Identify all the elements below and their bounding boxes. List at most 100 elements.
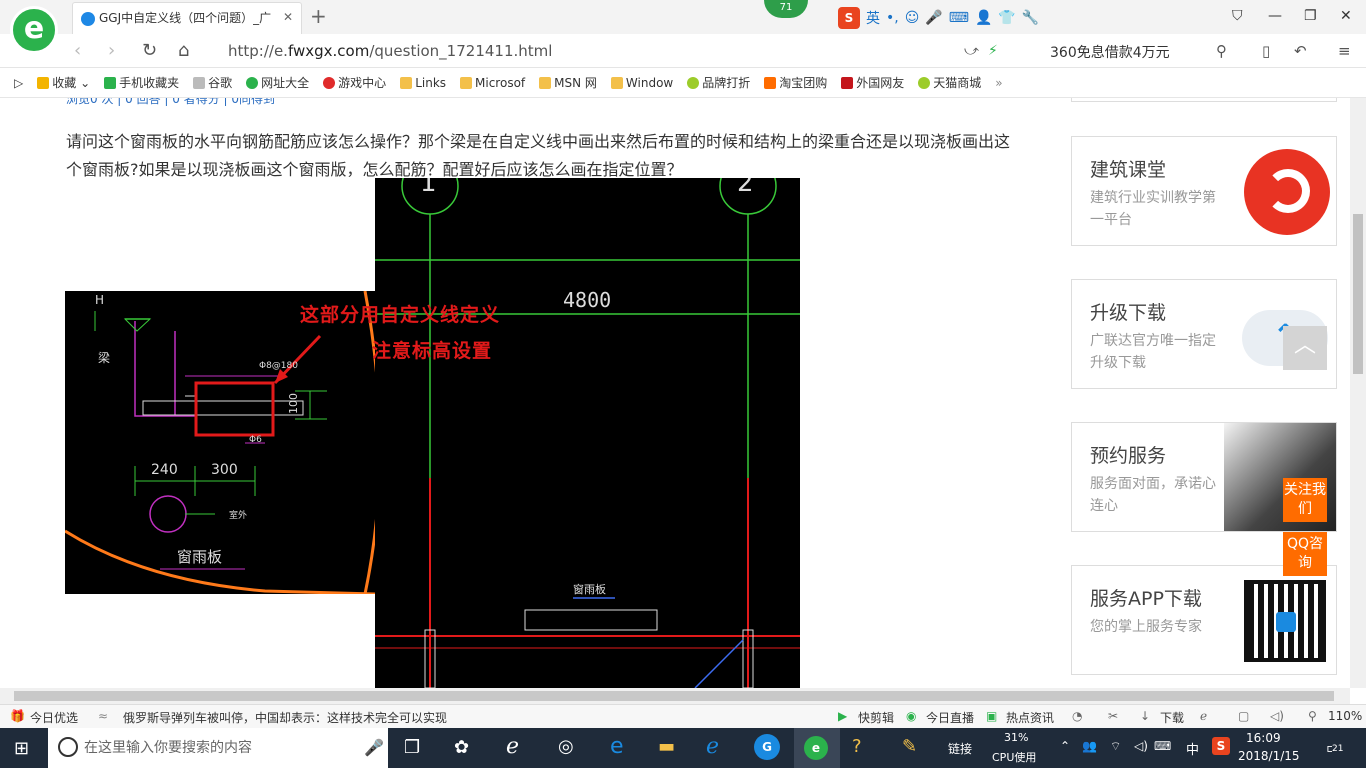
wifi-icon[interactable]: ⌔ — [1110, 739, 1121, 754]
keyboard-icon[interactable]: ⌨ — [1154, 739, 1171, 753]
bookmark-item[interactable]: 网址大全 — [246, 74, 309, 91]
label-100: 100 — [287, 393, 300, 414]
sogou-ime-icon[interactable]: S — [838, 7, 860, 29]
cad-plan-image: 1 2 4800 窗雨板 — [375, 178, 800, 688]
back-to-top-icon[interactable]: ︿ — [1283, 326, 1327, 370]
horizontal-scrollbar[interactable] — [0, 688, 1350, 704]
bookmark-item[interactable]: 淘宝团购 — [764, 74, 827, 91]
follow-us-button[interactable]: 关注我们 — [1283, 478, 1327, 522]
bookmark-label: 谷歌 — [208, 76, 233, 90]
vertical-scrollbar[interactable] — [1350, 98, 1366, 688]
quick-cut-link[interactable]: 快剪辑 — [858, 709, 894, 726]
bookmark-item[interactable]: Microsof — [460, 76, 525, 90]
download-link[interactable]: 下载 — [1160, 709, 1184, 726]
qq-consult-button[interactable]: QQ咨询 — [1283, 532, 1327, 576]
app-icon-pinwheel[interactable]: ✿ — [454, 737, 469, 758]
browser-tab[interactable]: GGJ中自定义线（四个问题）_广 ✕ — [72, 2, 302, 34]
windows-start-icon[interactable]: ⊞ — [14, 738, 29, 759]
shirt-menu-icon[interactable]: ⛉ — [1232, 8, 1243, 24]
more-bookmarks-icon[interactable]: » — [995, 76, 1002, 90]
emoji-icon[interactable]: ☺ — [905, 10, 920, 26]
bookmark-item[interactable]: 谷歌 — [193, 74, 232, 91]
today-picks[interactable]: 今日优选 — [30, 709, 78, 726]
bookmark-item[interactable]: 品牌打折 — [687, 74, 750, 91]
app-icon-help[interactable]: ? — [852, 736, 862, 757]
speaker-icon[interactable]: ◁) — [1270, 709, 1284, 723]
speed-icon[interactable]: ◔ — [1072, 709, 1082, 723]
home-icon[interactable]: ⌂ — [178, 40, 189, 61]
user-icon[interactable]: 👤 — [975, 10, 992, 26]
task-view-icon[interactable]: ❐ — [404, 737, 420, 758]
lightning-icon[interactable]: ⚡ — [988, 43, 998, 59]
label-phi6: Φ6 — [249, 435, 262, 445]
hot-news-link[interactable]: 热点资讯 — [1006, 709, 1054, 726]
card-subtitle: 建筑行业实训教学第一平台 — [1090, 190, 1216, 228]
clock-time[interactable]: 16:09 — [1246, 731, 1281, 745]
close-window-icon[interactable]: ✕ — [1340, 8, 1352, 24]
bookmark-item[interactable]: Window — [610, 76, 673, 90]
undo-icon[interactable]: ↶ — [1294, 42, 1307, 60]
browser-logo-icon[interactable]: e — [10, 6, 58, 54]
app-active-highlight[interactable]: e — [794, 728, 840, 768]
scroll-thumb[interactable] — [1353, 214, 1363, 374]
notification-badge[interactable]: 71 — [764, 0, 808, 18]
clock-date[interactable]: 2018/1/15 — [1238, 749, 1300, 763]
site-favicon-icon — [81, 11, 95, 26]
label-h: H — [95, 293, 105, 307]
app-icon-edge[interactable]: e — [610, 734, 624, 759]
microphone-icon[interactable]: 🎤 — [364, 738, 384, 757]
link-label[interactable]: 链接 — [948, 740, 972, 757]
bookmark-item[interactable]: 收藏 ⌄ — [37, 74, 90, 91]
search-icon[interactable]: ⚲ — [1216, 42, 1227, 60]
bookmark-item[interactable]: Links — [400, 76, 446, 90]
bookmark-item[interactable]: 游戏中心 — [323, 74, 386, 91]
skin-icon[interactable]: 👕 — [998, 10, 1015, 26]
search-input[interactable]: 360免息借款4万元 — [1050, 42, 1170, 62]
bookmark-item[interactable]: 外国网友 — [841, 74, 904, 91]
volume-icon[interactable]: ◁) — [1134, 739, 1148, 753]
keyboard-icon[interactable]: ⌨ — [949, 10, 969, 26]
bookmark-item[interactable]: 天猫商城 — [918, 74, 981, 91]
zoom-level[interactable]: 110% — [1328, 709, 1362, 723]
taskbar-search-input[interactable]: 在这里输入你要搜索的内容 — [48, 728, 388, 768]
card-architecture-class[interactable]: 建筑课堂 建筑行业实训教学第一平台 — [1071, 136, 1337, 246]
restore-icon[interactable]: ❐ — [1304, 8, 1317, 24]
minimize-icon[interactable]: — — [1268, 8, 1282, 24]
ie-icon[interactable]: ℯ — [1200, 709, 1207, 723]
address-bar[interactable]: http://e.fwxgx.com/question_1721411.html — [228, 42, 552, 60]
punct-icon[interactable]: •, — [886, 10, 899, 26]
app-icon-glodon[interactable]: G — [754, 734, 780, 760]
app-icon-notes[interactable]: ✎ — [902, 736, 917, 757]
tray-expand-icon[interactable]: ⌃ — [1060, 739, 1070, 753]
sogou-tray-icon[interactable]: S — [1212, 737, 1230, 755]
people-icon[interactable]: 👥 — [1082, 739, 1097, 753]
sidebar-toggle-icon[interactable]: ▷ — [14, 76, 23, 90]
forward-icon[interactable]: › — [108, 40, 115, 61]
tools-icon[interactable]: ✂ — [1108, 709, 1118, 723]
app-icon-ie[interactable]: ℯ — [706, 734, 719, 759]
new-tab-icon[interactable]: + — [310, 4, 327, 28]
card-app-download[interactable]: 服务APP下载 您的掌上服务专家 — [1071, 565, 1337, 675]
app-icon-360-browser[interactable]: ℯ — [506, 734, 519, 759]
input-lang[interactable]: 中 — [1186, 739, 1199, 758]
window-icon[interactable]: ▢ — [1238, 709, 1249, 723]
share-icon[interactable]: ⤻ — [964, 43, 979, 59]
live-link[interactable]: 今日直播 — [926, 709, 974, 726]
menu-icon[interactable]: ≡ — [1338, 42, 1351, 60]
card-title: 服务APP下载 — [1090, 588, 1202, 610]
tab-close-icon[interactable]: ✕ — [283, 10, 293, 24]
refresh-icon[interactable]: ↻ — [142, 40, 157, 61]
bookmark-item[interactable]: MSN 网 — [539, 74, 597, 91]
ime-lang-label[interactable]: 英 — [866, 8, 880, 28]
bookmark-item[interactable]: 手机收藏夹 — [104, 74, 179, 91]
download-icon: ↓ — [1140, 709, 1151, 723]
wrench-icon[interactable]: 🔧 — [1022, 10, 1039, 26]
back-icon[interactable]: ‹ — [74, 40, 81, 61]
phone-icon[interactable]: ▯ — [1262, 42, 1270, 60]
app-icon-explorer[interactable]: ▬ — [658, 736, 675, 757]
mic-icon[interactable]: 🎤 — [925, 10, 942, 26]
app-icon-ring[interactable]: ◎ — [558, 736, 574, 757]
expand-icon[interactable]: ≈ — [98, 709, 108, 723]
scroll-thumb[interactable] — [14, 691, 1334, 701]
news-ticker[interactable]: 俄罗斯导弹列车被叫停，中国却表示：这样技术完全可以实现 — [123, 709, 447, 726]
